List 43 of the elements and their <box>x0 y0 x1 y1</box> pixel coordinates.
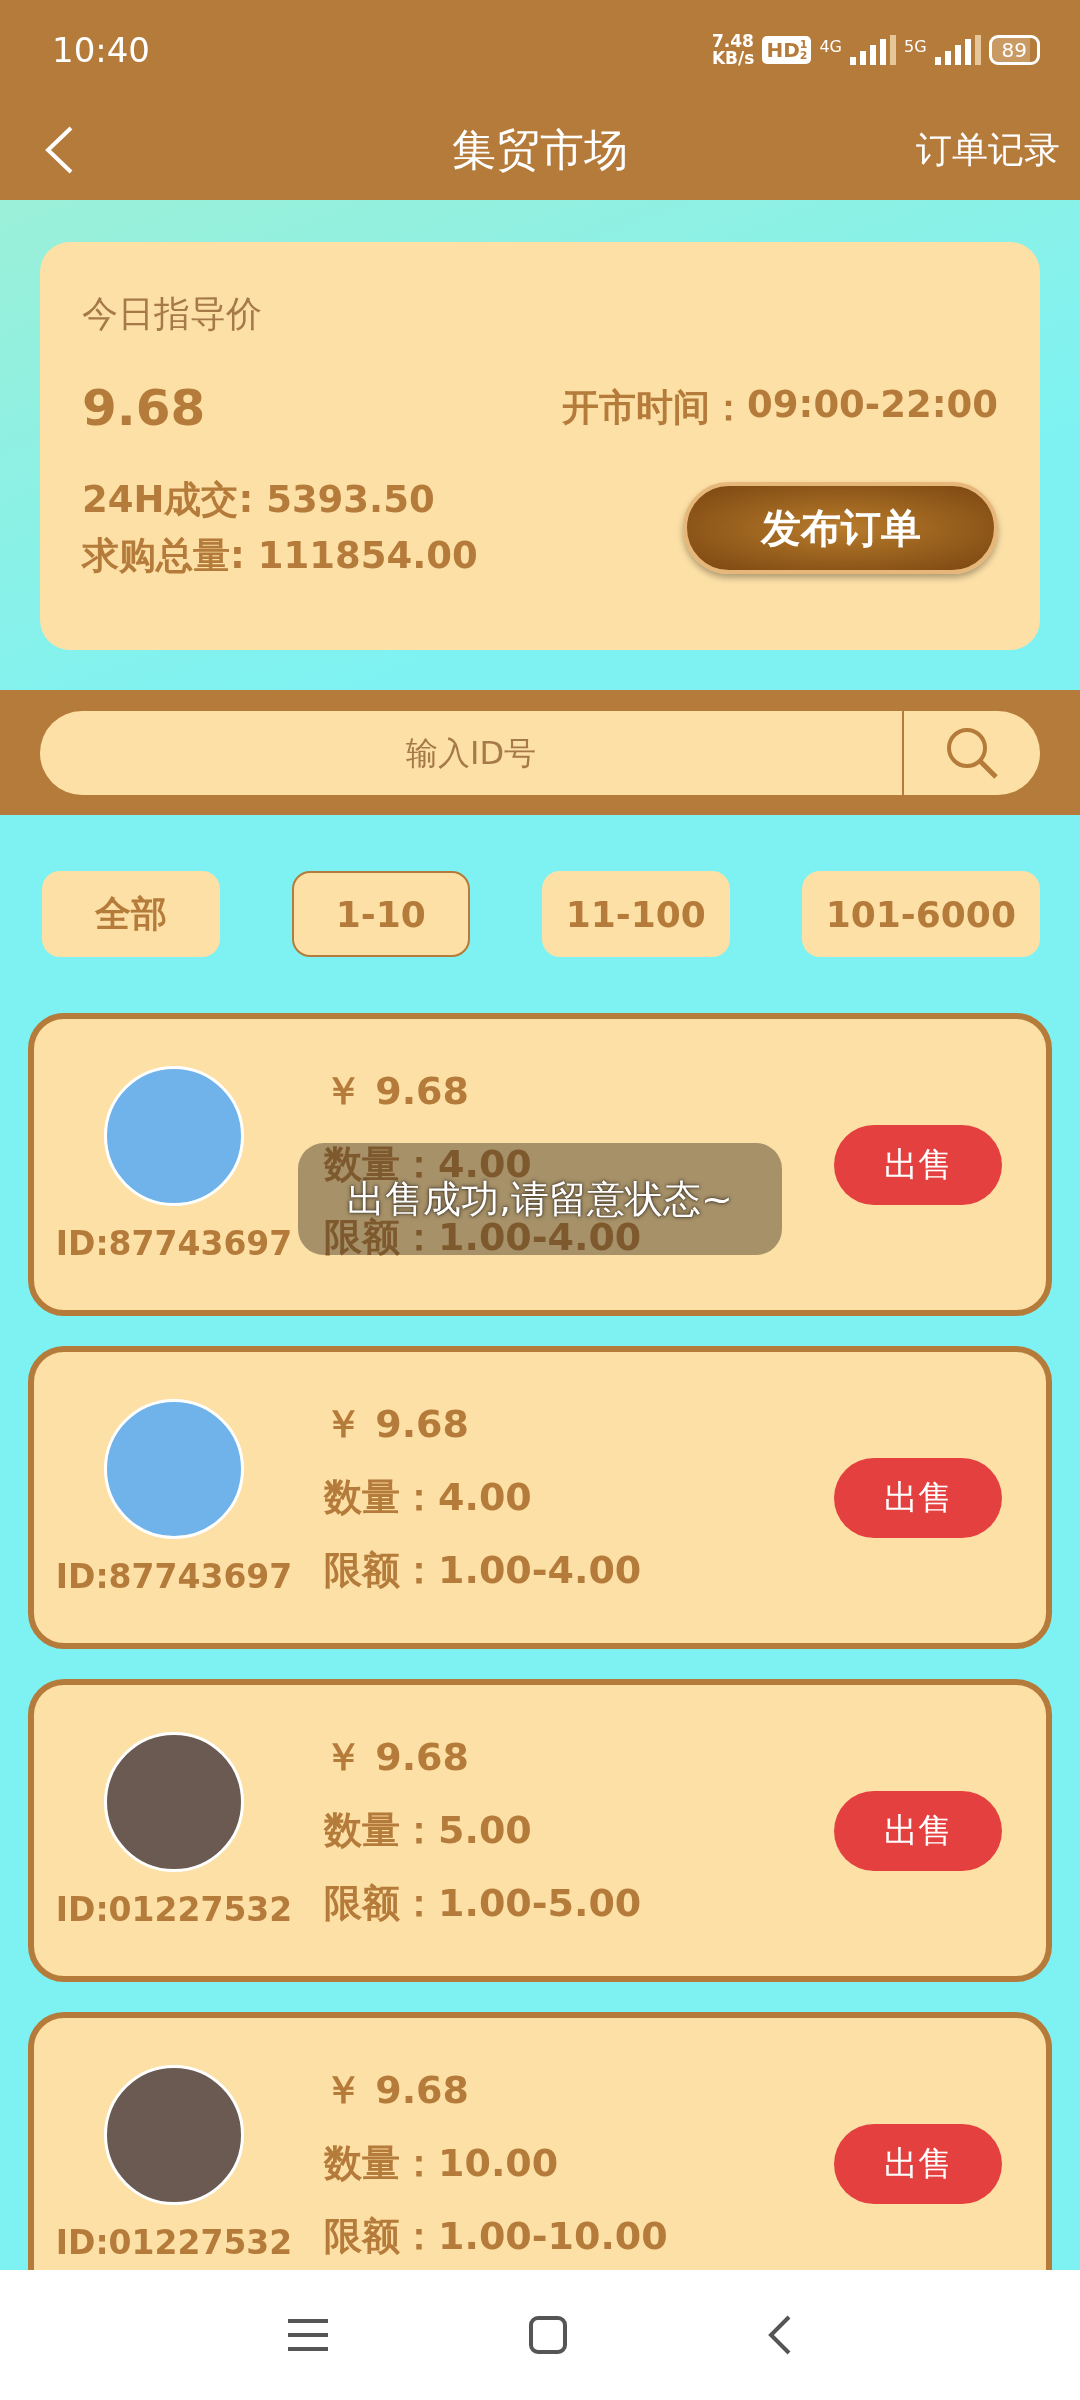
network-type: 4G <box>819 37 842 56</box>
network-speed-unit: KB/s <box>711 50 755 67</box>
hours-label: 开市时间： <box>562 385 748 431</box>
back-icon[interactable] <box>768 2315 792 2355</box>
battery-indicator: 89 <box>988 35 1040 65</box>
order-price: ￥ 9.68 <box>324 1068 470 1115</box>
user-id: ID:01227532 <box>55 1890 293 1929</box>
sell-button[interactable]: 出售 <box>834 2123 1002 2204</box>
user-id: ID:01227532 <box>55 2223 293 2262</box>
signal-icon <box>934 35 981 65</box>
status-time: 10:40 <box>52 30 150 70</box>
filter-tab[interactable]: 1-10 <box>291 871 470 957</box>
user-id: ID:87743697 <box>55 1557 293 1596</box>
filter-tab[interactable]: 11-100 <box>541 871 730 957</box>
sell-button[interactable]: 出售 <box>834 1790 1002 1871</box>
home-icon[interactable] <box>528 2315 568 2355</box>
order-price: ￥ 9.68 <box>324 2067 470 2114</box>
order-limit: 限额：1.00-5.00 <box>324 1880 643 1927</box>
order-price: ￥ 9.68 <box>324 1734 470 1781</box>
network-type: 5G <box>903 37 927 56</box>
sell-button[interactable]: 出售 <box>834 1457 1002 1538</box>
order-limit: 限额：1.00-4.00 <box>324 1547 643 1594</box>
publish-order-button[interactable]: 发布订单 <box>683 482 998 574</box>
page-title: 集贸市场 <box>452 122 628 177</box>
order-price: ￥ 9.68 <box>324 1401 470 1448</box>
order-quantity: 数量：4.00 <box>324 1474 533 1521</box>
market-hours: 09:00-22:00 <box>747 383 998 428</box>
order-limit: 限额：1.00-10.00 <box>324 2213 669 2260</box>
user-id: ID:87743697 <box>55 1224 293 1263</box>
search-field[interactable]: 输入ID号 <box>40 710 1040 795</box>
order-quantity: 数量：5.00 <box>324 1807 533 1854</box>
demand-stat: 求购总量: 111854.00 <box>82 533 478 579</box>
order-history-link[interactable]: 订单记录 <box>916 125 1060 175</box>
sell-button[interactable]: 出售 <box>834 1124 1002 1205</box>
filter-tab[interactable]: 全部 <box>42 871 220 957</box>
signal-icon <box>849 35 896 65</box>
network-speed: 7.48 <box>711 33 755 50</box>
menu-icon[interactable] <box>288 2318 328 2352</box>
order-quantity: 数量：10.00 <box>324 2140 560 2187</box>
filter-tab[interactable]: 101-6000 <box>801 871 1040 957</box>
volume-stat: 24H成交: 5393.50 <box>82 477 436 523</box>
guide-price-label: 今日指导价 <box>82 292 263 336</box>
guide-price: 9.68 <box>82 379 206 437</box>
